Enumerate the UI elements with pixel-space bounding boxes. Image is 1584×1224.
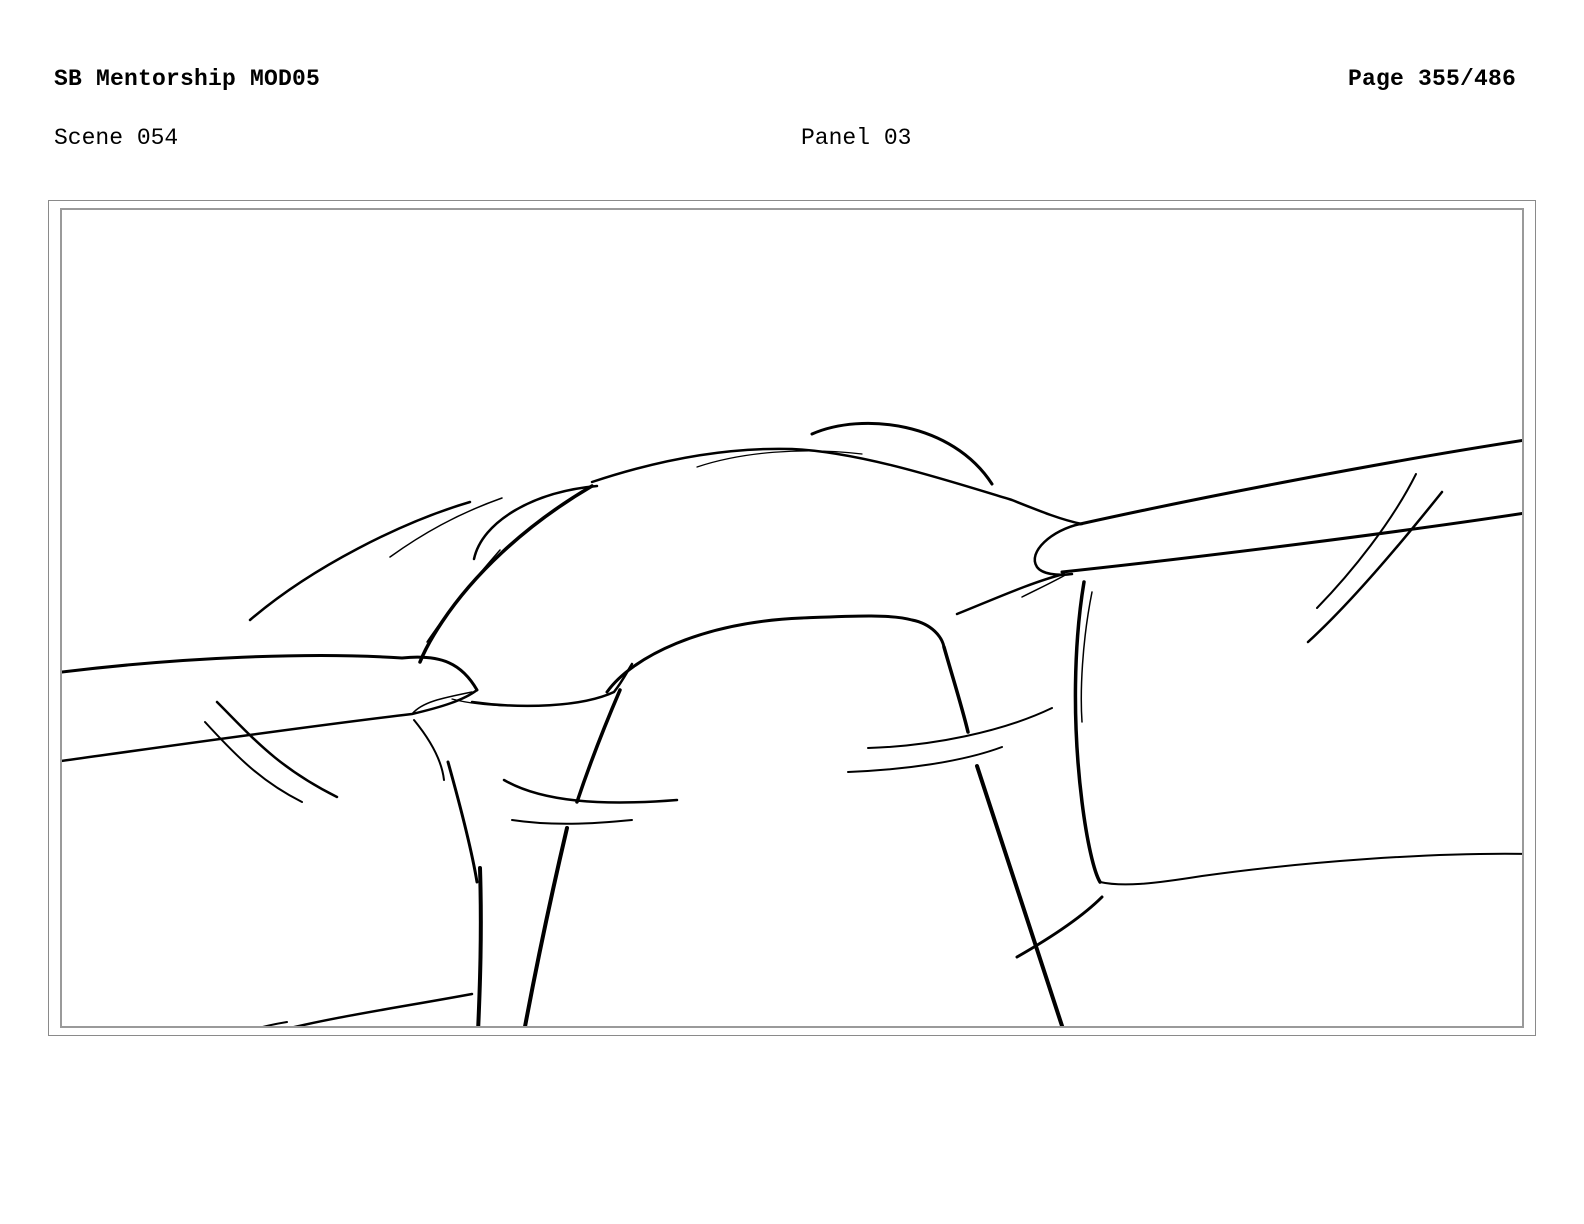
sketch-right-bar-link [955, 572, 1066, 616]
sketch-outer-left-leg-2 [446, 760, 479, 884]
sketch-right-bar-end [1033, 522, 1082, 576]
sketch-left-strap-1 [215, 700, 339, 799]
sketch-back-curve-left-2 [389, 497, 503, 558]
sketch-saddle-left [470, 662, 634, 708]
sketch-right-base [1099, 852, 1522, 886]
sketch-left-bar-bottom [62, 688, 479, 763]
sketch-ground-left-1 [293, 992, 474, 1026]
sketch-left-bar-top [62, 654, 479, 692]
sketch-outer-right-leg-2 [1080, 591, 1093, 723]
sketch-leg-right-lower [975, 764, 1065, 1026]
sketch-torso-left [418, 484, 594, 664]
sketch-outer-right-leg [1073, 580, 1102, 884]
sketch-saddle-top [605, 614, 946, 694]
sketch-right-bar-bottom [1060, 512, 1522, 574]
document-title: SB Mentorship MOD05 [54, 66, 321, 92]
sketch-torso-top [590, 447, 1084, 526]
sketch-back-curve-left [248, 500, 472, 622]
sketch-leg-left-front [575, 688, 622, 804]
scene-label: Scene 054 [54, 125, 179, 151]
sketch-belt-right-1 [867, 707, 1053, 749]
panel-label: Panel 03 [801, 125, 912, 151]
sketch-leg-left-lower [523, 826, 569, 1026]
sketch-outer-left-leg-3 [476, 866, 483, 1026]
storyboard-panel [60, 208, 1524, 1028]
sketch-ground-left-2 [262, 1021, 288, 1026]
sketch-belt-left-2 [511, 819, 633, 825]
sketch-belt-left-1 [502, 778, 679, 804]
sketch-right-strap-2 [1306, 490, 1444, 644]
sketch-leg-right-front [942, 645, 970, 734]
page-number: Page 355/486 [1347, 66, 1516, 92]
storyboard-sketch [62, 421, 1522, 1026]
sketch-outer-left-leg-1 [413, 719, 445, 781]
sketch-right-bar-top [1078, 439, 1522, 526]
